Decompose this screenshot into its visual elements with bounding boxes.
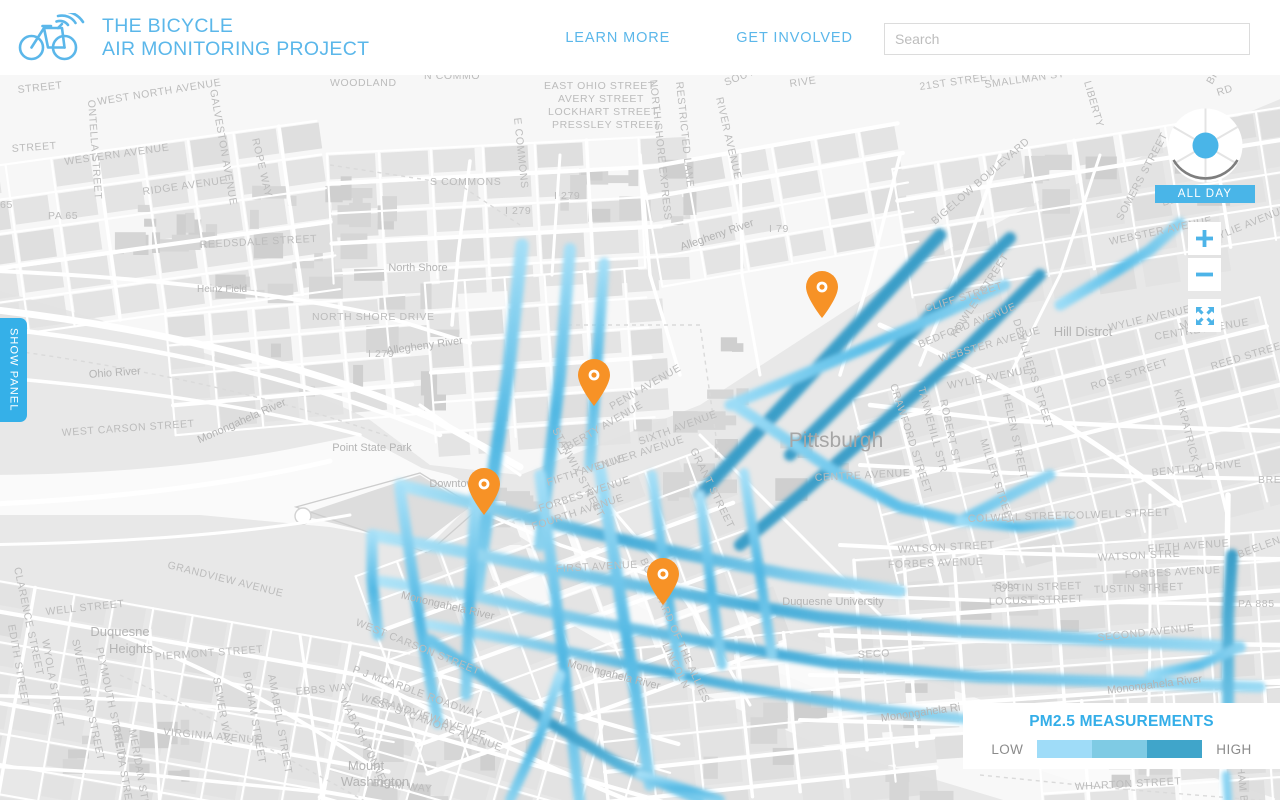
all-day-button[interactable]: ALL DAY [1155,185,1255,203]
legend-scale: LOW HIGH [963,740,1280,758]
pm25-legend: PM2.5 MEASUREMENTS LOW HIGH [963,703,1280,769]
map-street-label: PRESSLEY STREET [552,119,661,131]
map-street-label: S COMMONS [430,176,501,188]
map-place-label: Pittsburgh [789,429,884,452]
map-place-label: Duquesne [90,624,149,639]
contract-arrows-icon [1195,306,1214,325]
app-root: STREET ONTELLA STREET WEST NORTH AVENUE GAL… [0,0,1280,800]
nav-learn-more[interactable]: LEARN MORE [565,30,670,46]
nav-get-involved[interactable]: GET INVOLVED [736,30,853,46]
map-place-label: Mount [348,758,385,773]
map-place-label: Point State Park [332,442,412,454]
map-street-label: PA 885 [1238,598,1275,610]
map-place-label: Duquesne University [782,596,884,608]
map-street-label: EAST OHIO STREET [544,80,655,92]
map-street-label: 65 [0,199,13,211]
map-street-label: AVERY STREET [558,93,644,105]
legend-low-label: LOW [991,741,1024,757]
legend-high-label: HIGH [1216,741,1252,757]
zoom-in-button[interactable] [1188,222,1221,255]
map-zoom-controls [1188,222,1221,335]
brand-title-line2: AIR MONITORING PROJECT [102,37,370,60]
minus-icon [1196,272,1213,277]
zoom-out-button[interactable] [1188,258,1221,291]
map-street-label: WOODLAND [330,77,397,89]
map-street-label: SECO [858,647,891,661]
legend-swatch-3 [1147,740,1203,758]
map-place-label: North Shore [388,262,447,274]
map-street-label: I 279 [554,190,580,202]
map-street-label: NORTH SHORE DRIVE [312,311,435,323]
map-street-label: N COMMO [424,75,480,82]
search-input[interactable] [884,23,1250,55]
map-street-label: I 279 [505,205,531,217]
dial-center-knob [1192,132,1219,159]
map-place-label: Heinz Field [197,284,247,295]
plus-icon [1196,230,1213,247]
brand[interactable]: THE BICYCLE AIR MONITORING PROJECT [18,12,369,63]
main-nav: LEARN MORE GET INVOLVED [565,30,853,46]
map-street-label: I 79 [769,223,789,235]
bicycle-wifi-icon [18,12,85,60]
time-of-day-dial[interactable] [1163,103,1248,188]
map-canvas[interactable]: STREET ONTELLA STREET WEST NORTH AVENUE GAL… [0,75,1280,800]
fullscreen-button[interactable] [1188,299,1221,332]
map-street-label: PA 65 [48,210,78,222]
show-panel-label: SHOW PANEL [7,328,20,412]
search-container [884,23,1250,55]
brand-title: THE BICYCLE AIR MONITORING PROJECT [102,15,369,61]
legend-swatch-2 [1092,740,1148,758]
map-place-label: Washington [341,774,409,789]
legend-title: PM2.5 MEASUREMENTS [1029,713,1214,730]
show-panel-tab[interactable]: SHOW PANEL [0,318,27,422]
site-header: THE BICYCLE AIR MONITORING PROJECT LEARN… [0,0,1280,75]
legend-swatch-1 [1037,740,1093,758]
legend-swatches [1037,740,1203,758]
brand-title-line1: THE BICYCLE [102,14,234,37]
map-place-label: Hill Distrct [1054,324,1113,339]
map-street-label: LOCKHART STREET [548,106,658,118]
map-street-label: BREE [1258,474,1280,486]
map-place-label: Heights [109,641,154,656]
map-place-label: Soho [995,581,1019,592]
